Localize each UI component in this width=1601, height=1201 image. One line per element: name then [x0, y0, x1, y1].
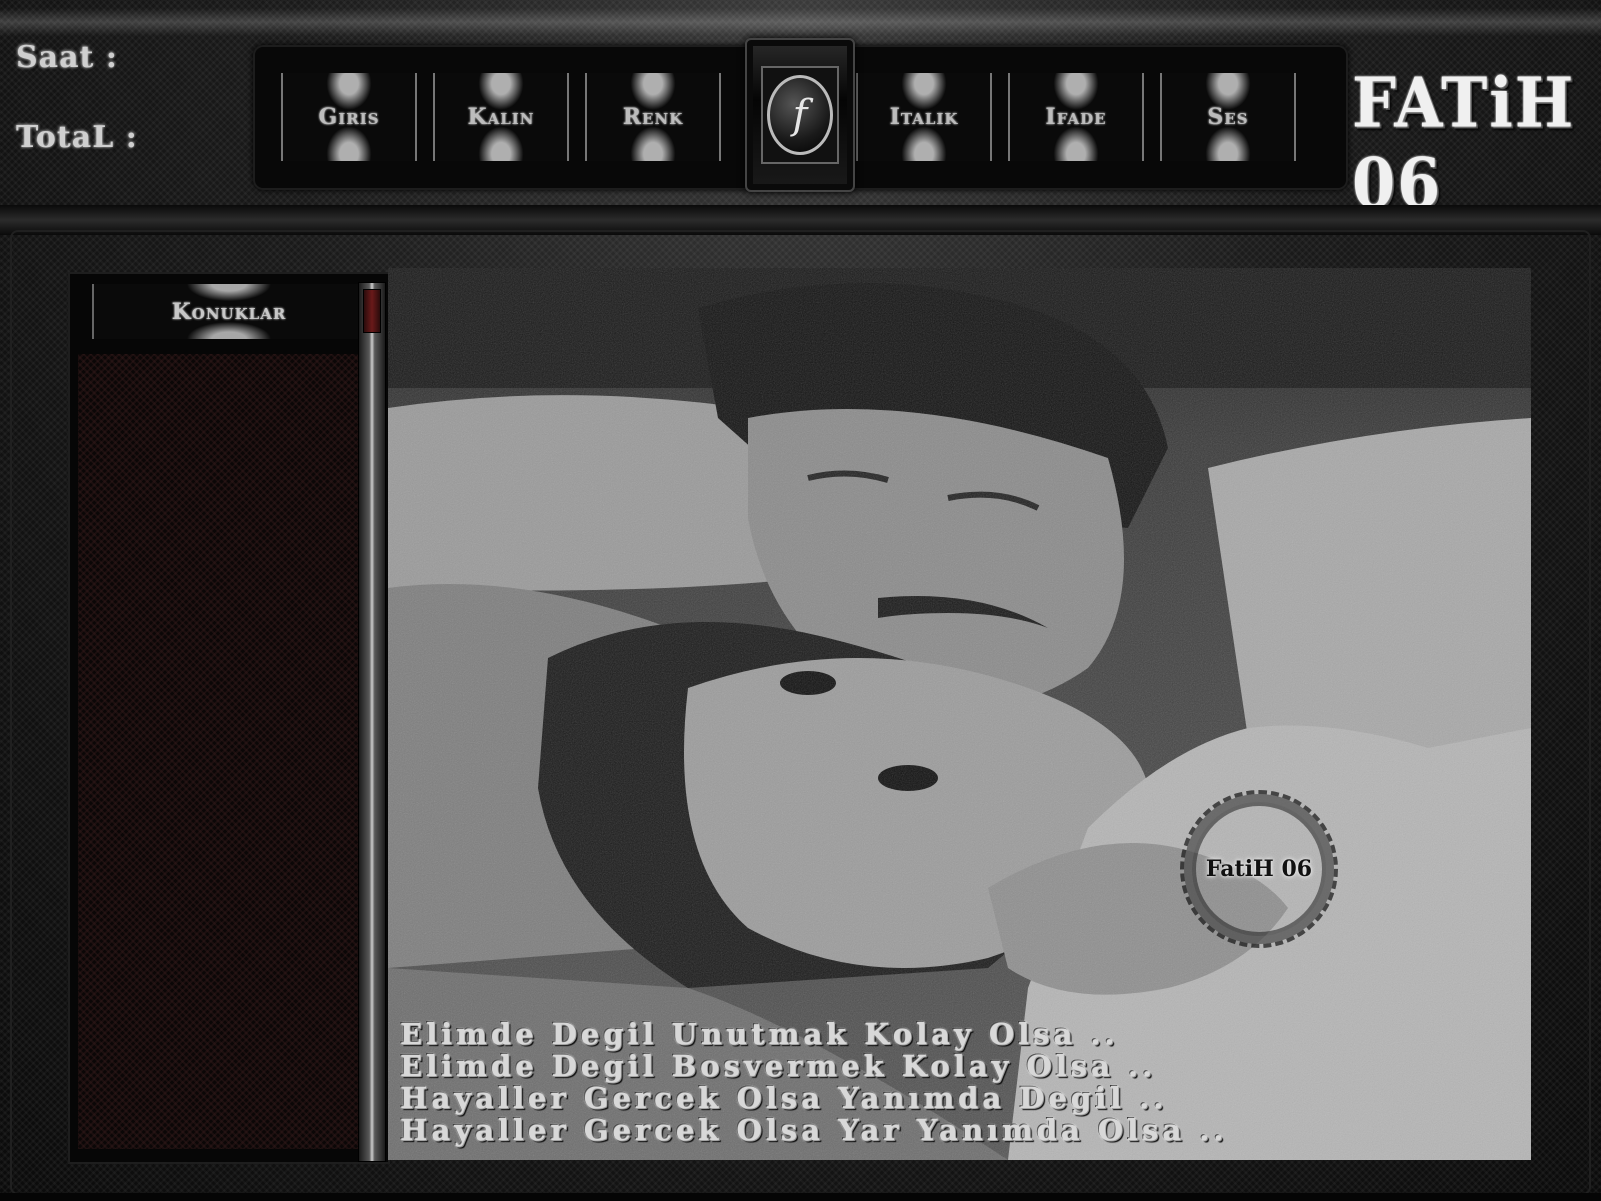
- clock-label: Saat :: [16, 40, 118, 75]
- flash-logo-icon: f: [767, 75, 833, 155]
- brand-logo: FATiH 06: [1352, 62, 1576, 224]
- giris-button[interactable]: Giris: [281, 73, 417, 161]
- stamp-text: FatiH 06: [1205, 856, 1313, 882]
- guest-panel: Konuklar: [68, 272, 390, 1164]
- flash-logo-box: f: [745, 38, 855, 192]
- ses-button[interactable]: Ses: [1160, 73, 1296, 161]
- lyric-line-2: Elimde Degil Bosvermek Kolay Olsa ..: [400, 1049, 1157, 1083]
- lyrics-block: Elimde Degil Unutmak Kolay Olsa .. Elimd…: [400, 1018, 1595, 1146]
- ifade-button-label: Ifade: [1045, 104, 1107, 130]
- ses-button-label: Ses: [1207, 104, 1249, 130]
- watermark-stamp: FatiH 06: [1180, 790, 1338, 948]
- italik-button-label: Italik: [889, 104, 959, 130]
- renk-button-label: Renk: [622, 104, 684, 130]
- bottom-edge: [0, 1193, 1601, 1201]
- giris-button-label: Giris: [318, 104, 380, 130]
- guests-tab[interactable]: Konuklar: [92, 284, 366, 339]
- renk-button[interactable]: Renk: [585, 73, 721, 161]
- total-label: TotaL :: [16, 120, 138, 155]
- scrollbar-thumb[interactable]: [363, 289, 381, 333]
- lyric-line-1: Elimde Degil Unutmak Kolay Olsa ..: [400, 1017, 1119, 1051]
- ifade-button[interactable]: Ifade: [1008, 73, 1144, 161]
- top-shine: [0, 8, 1601, 36]
- flash-logo-frame: f: [761, 66, 839, 164]
- kalin-button[interactable]: Kalin: [433, 73, 569, 161]
- italik-button[interactable]: Italik: [856, 73, 992, 161]
- kalin-button-label: Kalin: [467, 104, 535, 130]
- lyric-line-4: Hayaller Gercek Olsa Yar Yanımda Olsa ..: [400, 1113, 1228, 1147]
- guest-list[interactable]: [78, 354, 358, 1149]
- guests-tab-label: Konuklar: [171, 298, 287, 325]
- guest-list-scrollbar[interactable]: [358, 282, 386, 1162]
- lyric-line-3: Hayaller Gercek Olsa Yanımda Degil ..: [400, 1081, 1168, 1115]
